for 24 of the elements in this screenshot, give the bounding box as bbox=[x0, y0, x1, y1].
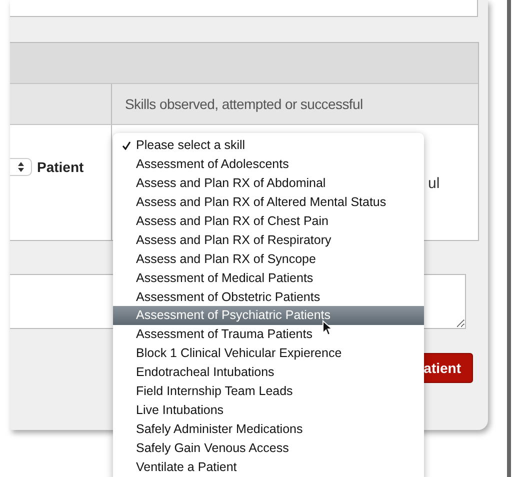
menu-item[interactable]: Assessment of Adolescents bbox=[113, 154, 424, 174]
menu-item[interactable]: Assessment of Trauma Patients bbox=[113, 324, 424, 344]
stepper-icon bbox=[18, 162, 24, 172]
column-header: Skills observed, attempted or successful bbox=[125, 96, 363, 112]
patient-select[interactable] bbox=[10, 158, 32, 176]
menu-item[interactable]: Field Internship Team Leads bbox=[113, 382, 424, 400]
menu-item[interactable]: Assessment of Medical Patients bbox=[113, 268, 424, 288]
menu-item[interactable]: Assess and Plan RX of Altered Mental Status bbox=[113, 192, 424, 212]
menu-item[interactable]: Assess and Plan RX of Chest Pain bbox=[113, 212, 424, 230]
menu-item[interactable]: Assessment of Psychiatric Patients bbox=[113, 306, 424, 325]
menu-item[interactable]: Ventilate a Patient bbox=[113, 457, 424, 476]
menu-item[interactable]: Assess and Plan RX of Abdominal bbox=[113, 174, 424, 193]
menu-item[interactable]: Safely Administer Medications bbox=[113, 419, 424, 438]
menu-item[interactable]: Assess and Plan RX of Syncope bbox=[113, 249, 424, 268]
hidden-text-fragment: ul bbox=[428, 175, 440, 192]
menu-item[interactable]: Live Intubations bbox=[113, 400, 424, 420]
menu-item[interactable]: Block 1 Clinical Vehicular Expierence bbox=[113, 344, 424, 363]
menu-item[interactable]: Assessment of Obstetric Patients bbox=[113, 287, 424, 306]
menu-item[interactable]: Safely Gain Venous Access bbox=[113, 438, 424, 458]
mouse-pointer-icon bbox=[322, 320, 333, 336]
menu-item[interactable]: Assess and Plan RX of Respiratory bbox=[113, 230, 424, 250]
menu-item[interactable]: Please select a skill bbox=[113, 136, 424, 155]
menu-item[interactable]: Endotracheal Intubations bbox=[113, 362, 424, 382]
select-label: Patient bbox=[37, 159, 84, 175]
